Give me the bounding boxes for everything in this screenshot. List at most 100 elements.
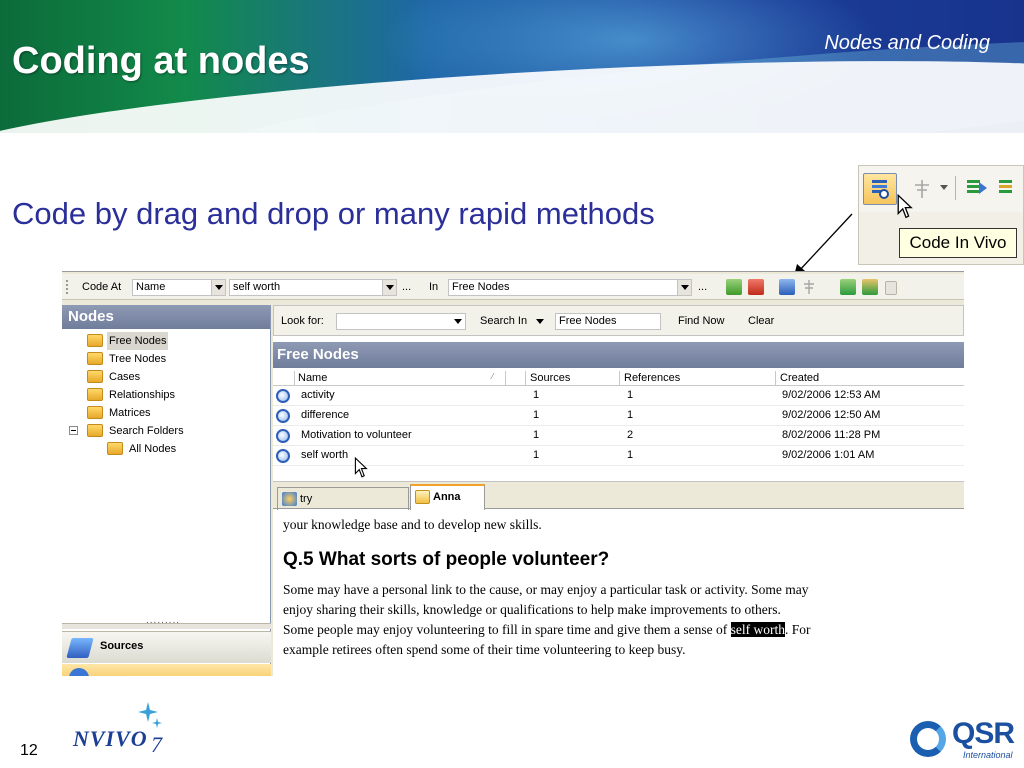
column-separator	[619, 371, 620, 385]
sources-icon	[66, 638, 94, 658]
sources-nav-button[interactable]: Sources	[62, 631, 271, 663]
column-header-references[interactable]: References	[624, 372, 680, 384]
nvivo-wordmark: NVIVO	[73, 726, 148, 751]
uncode-icon[interactable]	[911, 178, 933, 200]
tree-item-all-nodes[interactable]: All Nodes	[62, 440, 270, 458]
callout-toolbar	[859, 166, 1023, 219]
code-at-label: Code At	[82, 281, 122, 293]
tree-item-label: Tree Nodes	[109, 353, 167, 365]
nvivo-logo: NVIVO 7	[73, 700, 183, 760]
tree-item-cases[interactable]: Cases	[62, 368, 270, 386]
in-label: In	[429, 281, 439, 293]
code-selection-new-small-icon[interactable]	[862, 279, 878, 295]
navigation-pane: Nodes Free Nodes Tree Nodes Cases Relati…	[62, 305, 271, 676]
code-selection-icon[interactable]	[965, 176, 989, 200]
table-row[interactable]: Motivation to volunteer 1 2 8/02/2006 11…	[273, 426, 964, 446]
code-in-vivo-callout: Code In Vivo	[858, 165, 1024, 265]
in-location-value: Free Nodes	[452, 281, 510, 293]
folder-icon	[87, 334, 103, 347]
folder-icon	[87, 352, 103, 365]
dropdown-arrow-icon[interactable]	[451, 314, 465, 329]
qsr-subtitle: International	[963, 750, 1013, 760]
chevron-down-icon[interactable]	[939, 184, 949, 192]
code-selection-small-icon[interactable]	[840, 279, 856, 295]
document-line: example retirees often spend some of the…	[283, 642, 686, 657]
dropdown-arrow-icon[interactable]	[677, 280, 691, 295]
table-row[interactable]: difference 1 1 9/02/2006 12:50 AM	[273, 406, 964, 426]
code-icon[interactable]	[726, 279, 742, 295]
nodes-icon	[69, 668, 89, 676]
tree-item-tree-nodes[interactable]: Tree Nodes	[62, 350, 270, 368]
slide-subtitle: Code by drag and drop or many rapid meth…	[12, 196, 655, 231]
node-name: difference	[301, 409, 350, 421]
table-row[interactable]: activity 1 1 9/02/2006 12:53 AM	[273, 386, 964, 406]
dropdown-arrow-icon[interactable]	[382, 280, 396, 295]
uncode-red-icon[interactable]	[748, 279, 764, 295]
column-separator	[505, 371, 506, 385]
in-location-select[interactable]: Free Nodes	[448, 279, 692, 296]
folder-icon	[87, 406, 103, 419]
table-row[interactable]: self worth 1 1 9/02/2006 1:01 AM	[273, 446, 964, 466]
folder-icon	[87, 370, 103, 383]
tree-item-search-folders[interactable]: Search Folders	[62, 422, 270, 440]
document-heading: Q.5 What sorts of people volunteer?	[283, 549, 610, 570]
detail-pane: Look for: Search In Free Nodes Find Now …	[273, 305, 964, 676]
node-created: 8/02/2006 11:28 PM	[782, 429, 881, 441]
document-line: Some people may enjoy volunteering to fi…	[283, 620, 964, 640]
slide: Coding at nodes Nodes and Coding Code by…	[0, 0, 1024, 768]
node-references: 1	[627, 409, 634, 421]
tree-item-relationships[interactable]: Relationships	[62, 386, 270, 404]
column-header-name[interactable]: Name	[298, 372, 327, 384]
node-icon	[276, 389, 290, 403]
sources-label: Sources	[100, 640, 144, 652]
browse-location-button[interactable]: ...	[698, 281, 707, 293]
nav-splitter[interactable]	[62, 615, 271, 629]
code-selection-new-node-icon[interactable]	[997, 176, 1021, 200]
free-nodes-table: Name ⁄ Sources References Created activi…	[273, 370, 964, 478]
node-icon	[276, 449, 290, 463]
search-in-button[interactable]: Search In	[480, 315, 527, 327]
node-created: 9/02/2006 12:53 AM	[782, 389, 881, 401]
code-in-vivo-icon	[872, 180, 889, 199]
look-for-input[interactable]	[336, 313, 466, 330]
folder-icon	[107, 442, 123, 455]
document-icon	[415, 490, 430, 504]
column-header-created[interactable]: Created	[780, 372, 819, 384]
tab-anna[interactable]: Anna	[410, 484, 485, 511]
browse-node-button[interactable]: ...	[402, 281, 411, 293]
document-line: Some may have a personal link to the cau…	[283, 582, 809, 597]
clear-button[interactable]: Clear	[748, 315, 774, 327]
collapse-icon[interactable]	[69, 426, 78, 435]
node-name-value: self worth	[233, 281, 281, 293]
find-now-button[interactable]: Find Now	[678, 315, 724, 327]
tab-try[interactable]: try	[277, 487, 409, 511]
column-separator	[525, 371, 526, 385]
toolbar-options-icon[interactable]	[885, 281, 897, 295]
tree-item-matrices[interactable]: Matrices	[62, 404, 270, 422]
code-in-vivo-small-icon[interactable]	[779, 279, 795, 295]
document-view[interactable]: your knowledge base and to develop new s…	[273, 510, 964, 676]
code-in-vivo-button[interactable]	[863, 173, 897, 205]
tree-item-label: All Nodes	[129, 443, 177, 455]
chevron-down-icon[interactable]	[536, 319, 544, 325]
node-name-combo[interactable]: self worth	[229, 279, 397, 296]
dropdown-arrow-icon[interactable]	[211, 280, 225, 295]
mouse-cursor-icon	[354, 457, 368, 478]
folder-icon	[87, 388, 103, 401]
node-icon	[276, 429, 290, 443]
toolbar-separator	[955, 176, 956, 200]
selected-text[interactable]: self worth	[730, 622, 786, 637]
document-tabs: try Anna	[273, 481, 964, 511]
node-icon	[276, 409, 290, 423]
node-name: self worth	[301, 449, 349, 461]
node-tree: Free Nodes Tree Nodes Cases Relationship…	[62, 329, 270, 458]
search-in-field[interactable]: Free Nodes	[555, 313, 661, 330]
nodes-nav-button[interactable]	[62, 664, 271, 676]
tree-item-free-nodes[interactable]: Free Nodes	[62, 332, 270, 350]
document-line: enjoy sharing their skills, knowledge or…	[283, 602, 781, 617]
node-sources: 1	[533, 429, 540, 441]
column-header-sources[interactable]: Sources	[530, 372, 570, 384]
toolbar-grip[interactable]	[66, 280, 69, 294]
code-at-select[interactable]: Name	[132, 279, 226, 296]
uncode-gray-icon[interactable]	[801, 279, 817, 295]
